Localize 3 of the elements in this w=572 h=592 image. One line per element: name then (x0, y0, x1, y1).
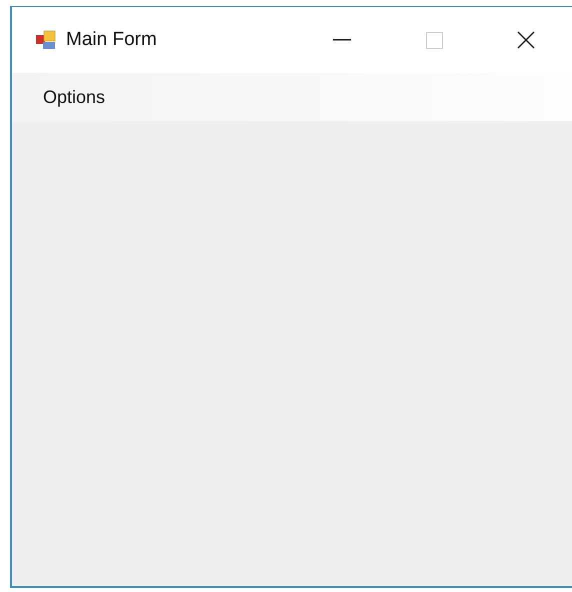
window-title: Main Form (66, 28, 157, 52)
menu-item[interactable]: Options (32, 82, 116, 112)
form-icon (36, 30, 56, 50)
